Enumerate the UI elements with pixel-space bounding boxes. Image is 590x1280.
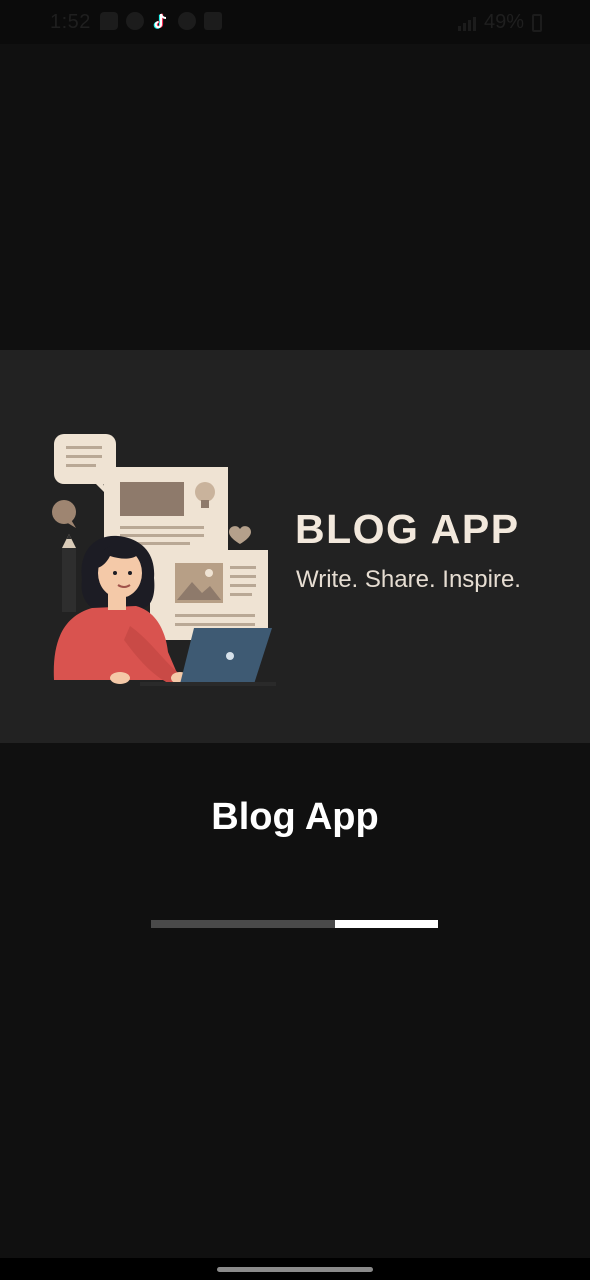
battery-icon <box>532 13 542 32</box>
signal-icon <box>457 15 476 31</box>
battery-percentage: 49% <box>483 11 524 33</box>
pencil-icon <box>62 534 76 612</box>
navigation-bar <box>0 1258 590 1280</box>
whatsapp-icon <box>126 12 144 30</box>
info-icon <box>178 12 196 30</box>
splash-banner: BLOG APP Write. Share. Inspire. <box>0 350 590 743</box>
app-name: Blog App <box>211 796 379 838</box>
banner-tagline: Write. Share. Inspire. <box>296 566 521 593</box>
status-time: 1:52 <box>50 11 91 33</box>
image-document-icon <box>150 550 268 640</box>
banner-title: BLOG APP <box>295 506 520 552</box>
mail-icon <box>204 12 222 30</box>
blogger-illustration <box>52 434 276 686</box>
message-icon <box>100 12 118 30</box>
splash-screen: 1:52 49% BLOG APP Write. Share. Inspire.… <box>0 0 590 1280</box>
loading-progress-fill <box>334 920 438 928</box>
tiktok-icon <box>152 12 170 30</box>
status-bar: 1:52 49% <box>0 0 590 44</box>
loading-progress-bar <box>151 920 438 928</box>
notification-icons <box>100 12 222 30</box>
bubble-icon <box>52 500 76 524</box>
home-indicator[interactable] <box>217 1267 373 1272</box>
heart-icon <box>229 526 251 544</box>
system-icons: 49% <box>457 11 542 34</box>
